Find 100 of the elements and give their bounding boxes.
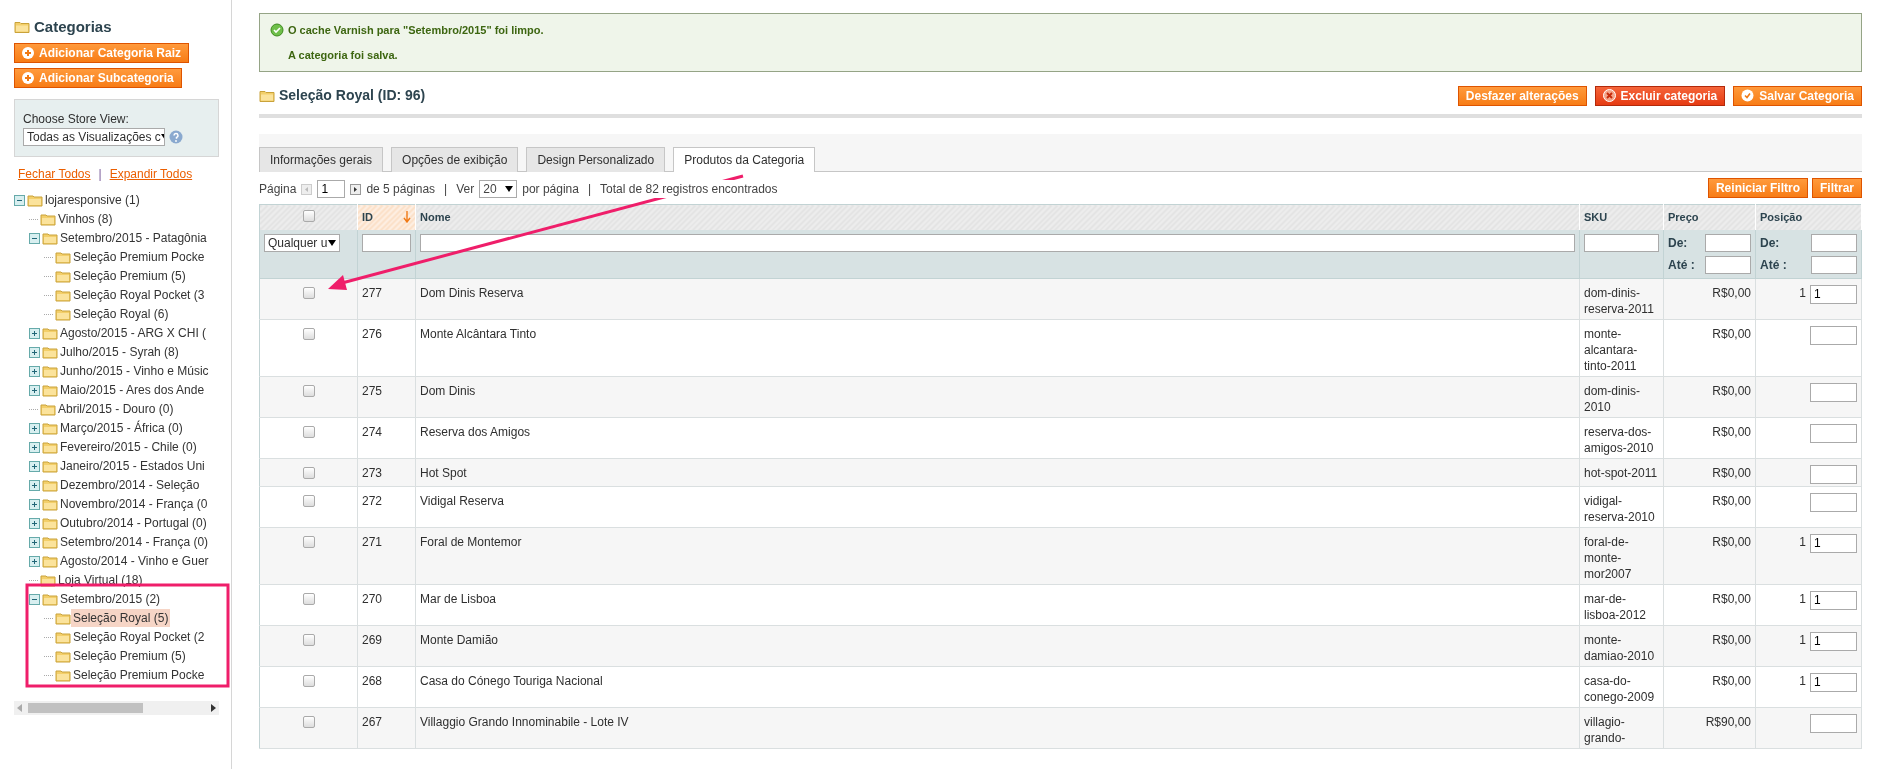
filter-field[interactable] xyxy=(1705,255,1751,274)
id-cell: 273 xyxy=(362,465,383,480)
position-field[interactable]: 1 xyxy=(1810,590,1857,610)
column-header[interactable]: SKU xyxy=(1584,211,1608,223)
tree-item[interactable]: Dezembro/2014 - Seleção xyxy=(58,476,202,494)
folder-icon xyxy=(42,592,58,606)
expand-all-link[interactable]: Expandir Todos xyxy=(109,164,193,183)
tree-item[interactable]: Janeiro/2015 - Estados Uni xyxy=(58,457,207,475)
expand-icon[interactable] xyxy=(29,365,40,377)
expand-icon[interactable] xyxy=(29,346,40,358)
expand-icon[interactable] xyxy=(29,479,40,491)
column-header[interactable]: Nome xyxy=(420,211,451,223)
per-page-select[interactable]: 20 xyxy=(479,180,518,198)
position-cell: 1 xyxy=(1799,631,1806,648)
collapse-all-link[interactable]: Fechar Todos xyxy=(18,164,91,183)
column-header[interactable]: Preço xyxy=(1668,211,1699,223)
expand-icon[interactable] xyxy=(29,555,40,567)
filter-field[interactable] xyxy=(420,233,1575,252)
tree-item[interactable]: Seleção Premium Pocke xyxy=(71,248,207,266)
delete-button[interactable]: Excluir categoria xyxy=(1594,85,1726,106)
row-checkbox[interactable] xyxy=(302,715,315,728)
tree-item[interactable]: Setembro/2015 - Patagônia xyxy=(58,229,209,247)
select-all-checkbox[interactable] xyxy=(302,210,315,222)
collapse-icon[interactable] xyxy=(29,232,40,244)
folder-icon xyxy=(55,630,71,644)
tree-item[interactable]: Outubro/2014 - Portugal (0) xyxy=(58,514,209,532)
expand-icon[interactable] xyxy=(29,384,40,396)
tab[interactable]: Produtos da Categoria xyxy=(673,147,816,172)
tree-item[interactable]: lojaresponsive (1) xyxy=(43,191,142,209)
position-field[interactable]: 1 xyxy=(1810,672,1857,692)
tree-item[interactable]: Seleção Premium Pocke xyxy=(71,666,207,684)
row-checkbox[interactable] xyxy=(302,592,315,605)
tree-item[interactable]: Setembro/2015 (2) xyxy=(58,590,163,608)
filter-field[interactable] xyxy=(1705,233,1751,252)
row-checkbox[interactable] xyxy=(302,674,315,687)
expand-icon[interactable] xyxy=(29,327,40,339)
id-cell: 277 xyxy=(362,285,383,300)
row-checkbox[interactable] xyxy=(302,384,315,397)
tree-item[interactable]: Abril/2015 - Douro (0) xyxy=(56,400,176,418)
tree-item[interactable]: Vinhos (8) xyxy=(56,210,115,228)
tree-item[interactable]: Seleção Premium (5) xyxy=(71,267,188,285)
tab[interactable]: Informações gerais xyxy=(259,147,384,172)
tree-item[interactable]: Agosto/2014 - Vinho e Guer xyxy=(58,552,211,570)
expand-icon[interactable] xyxy=(29,536,40,548)
filter-field[interactable] xyxy=(1584,233,1659,252)
store-view-select[interactable]: Todas as Visualizações c xyxy=(23,127,165,146)
expand-icon[interactable] xyxy=(29,422,40,434)
next-page-icon[interactable] xyxy=(350,183,362,195)
filter-select[interactable]: Qualquer u xyxy=(264,233,340,252)
collapse-icon[interactable] xyxy=(14,194,25,206)
position-field[interactable]: 1 xyxy=(1810,533,1857,553)
tree-item[interactable]: Julho/2015 - Syrah (8) xyxy=(58,343,181,361)
tree-item[interactable]: Seleção Royal (5) xyxy=(71,609,171,627)
tree-item[interactable]: Seleção Royal (6) xyxy=(71,305,171,323)
id-cell: 269 xyxy=(362,632,383,647)
position-field[interactable] xyxy=(1810,325,1857,345)
collapse-icon[interactable] xyxy=(29,593,40,605)
column-header[interactable]: ID xyxy=(362,209,373,226)
previous-page-icon[interactable] xyxy=(301,183,313,195)
id-cell: 276 xyxy=(362,326,383,341)
expand-icon[interactable] xyxy=(29,460,40,472)
range-label: Até : xyxy=(1668,256,1695,274)
tree-item[interactable]: Novembro/2014 - França (0 xyxy=(58,495,210,513)
name-cell: Vidigal Reserva xyxy=(420,493,504,508)
position-field[interactable]: 1 xyxy=(1810,284,1857,304)
row-checkbox[interactable] xyxy=(302,286,315,299)
row-checkbox[interactable] xyxy=(302,633,315,646)
price-cell: R$0,00 xyxy=(1712,534,1751,549)
scroll-left-icon xyxy=(17,703,22,712)
tree-item[interactable]: Maio/2015 - Ares dos Ande xyxy=(58,381,207,399)
expand-icon[interactable] xyxy=(29,517,40,529)
position-field[interactable] xyxy=(1810,464,1857,484)
tree-item[interactable]: Seleção Royal Pocket (3 xyxy=(71,286,207,304)
tree-item[interactable]: Junho/2015 - Vinho e Músic xyxy=(58,362,211,380)
position-field[interactable] xyxy=(1810,423,1857,443)
position-field[interactable] xyxy=(1810,713,1857,733)
row-checkbox[interactable] xyxy=(302,425,315,438)
tab[interactable]: Design Personalizado xyxy=(526,147,666,172)
expand-icon[interactable] xyxy=(29,498,40,510)
row-checkbox[interactable] xyxy=(302,535,315,548)
position-field[interactable] xyxy=(1810,492,1857,512)
page-field[interactable]: 1 xyxy=(317,180,346,198)
column-header[interactable]: Posição xyxy=(1760,211,1803,223)
row-checkbox[interactable] xyxy=(302,327,315,340)
tree-item[interactable]: Agosto/2015 - ARG X CHI ( xyxy=(58,324,209,342)
position-field[interactable]: 1 xyxy=(1810,631,1857,651)
filter-field[interactable] xyxy=(1811,233,1857,252)
expand-icon[interactable] xyxy=(29,441,40,453)
position-field[interactable] xyxy=(1810,382,1857,402)
row-checkbox[interactable] xyxy=(302,494,315,507)
row-checkbox[interactable] xyxy=(302,466,315,479)
horizontal-scrollbar[interactable] xyxy=(14,700,219,715)
tab[interactable]: Opções de exibição xyxy=(391,147,519,172)
tree-item[interactable]: Março/2015 - África (0) xyxy=(58,419,185,437)
filter-field[interactable] xyxy=(362,233,411,252)
tree-item[interactable]: Seleção Royal Pocket (2 xyxy=(71,628,207,646)
tree-item[interactable]: Setembro/2014 - França (0) xyxy=(58,533,211,551)
filter-field[interactable] xyxy=(1811,255,1857,274)
tree-item[interactable]: Fevereiro/2015 - Chile (0) xyxy=(58,438,199,456)
tree-item[interactable]: Seleção Premium (5) xyxy=(71,647,188,665)
